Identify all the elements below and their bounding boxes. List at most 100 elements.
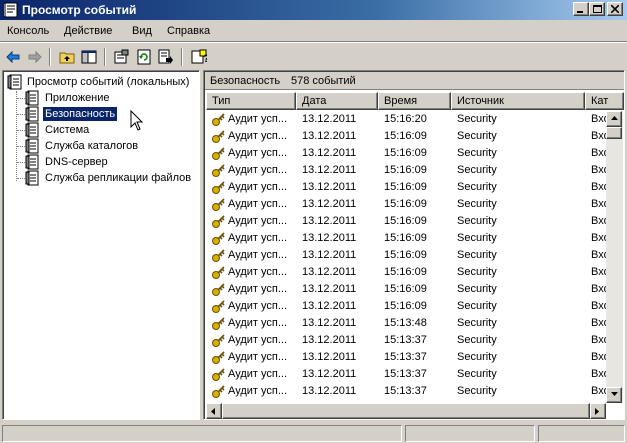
cell-type: Аудит усп... [228,232,288,244]
tree-item-label: DNS-сервер [45,156,108,168]
refresh-button[interactable] [134,47,154,67]
menu-view[interactable]: Вид [132,25,152,37]
cell-date: 13.12.2011 [302,130,357,142]
event-row[interactable]: Аудит усп... 13.12.2011 15:16:09 Security Вх… [206,145,606,162]
cell-date: 13.12.2011 [302,249,357,261]
cell-category: Вхо [591,249,606,261]
scroll-thumb-horizontal[interactable] [222,403,590,419]
column-header-time[interactable]: Время [378,92,451,110]
cell-type: Аудит усп... [228,215,288,227]
cell-source: Security [457,385,497,397]
audit-success-key-icon [212,266,225,279]
audit-success-key-icon [212,300,225,313]
event-viewer-icon [7,74,22,90]
cell-type: Аудит усп... [228,368,288,380]
event-row[interactable]: Аудит усп... 13.12.2011 15:16:09 Security Вх… [206,264,606,281]
scroll-left-button[interactable] [206,403,222,419]
cell-type: Аудит усп... [228,334,288,346]
event-row[interactable]: Аудит усп... 13.12.2011 15:13:37 Security Вх… [206,383,606,400]
event-row[interactable]: Аудит усп... 13.12.2011 15:16:09 Security Вх… [206,162,606,179]
forward-button[interactable] [25,47,45,67]
cell-time: 15:16:09 [384,300,427,312]
console-tree: Просмотр событий (локальных) Приложение … [2,70,200,420]
cell-time: 15:16:09 [384,147,427,159]
status-pane [2,425,402,442]
back-arrow-icon [6,50,20,64]
tree-item-label: Служба каталогов [45,140,139,152]
event-row[interactable]: Аудит усп... 13.12.2011 15:16:09 Security Вх… [206,128,606,145]
event-row[interactable]: Аудит усп... 13.12.2011 15:16:09 Security Вх… [206,298,606,315]
menu-help[interactable]: Справка [167,25,210,37]
cell-time: 15:16:09 [384,232,427,244]
audit-success-key-icon [212,164,225,177]
maximize-button[interactable] [589,2,605,16]
audit-success-key-icon [212,130,225,143]
tree-item-label: Приложение [45,92,110,104]
event-row[interactable]: Аудит усп... 13.12.2011 15:16:09 Security Вх… [206,196,606,213]
help-button[interactable]: ? [189,47,209,67]
event-row[interactable]: Аудит усп... 13.12.2011 15:13:37 Security Вх… [206,349,606,366]
toolbar-separator [49,48,51,66]
minimize-button[interactable] [573,2,589,16]
export-list-icon [158,49,173,64]
audit-success-key-icon [212,283,225,296]
cell-date: 13.12.2011 [302,164,357,176]
cell-date: 13.12.2011 [302,266,357,278]
tree-root-label: Просмотр событий (локальных) [27,76,190,88]
horizontal-scrollbar[interactable] [206,403,606,419]
event-row[interactable]: Аудит усп... 13.12.2011 15:13:48 Security Вх… [206,315,606,332]
audit-success-key-icon [212,232,225,245]
column-header-category[interactable]: Кат [585,92,624,110]
window-title: Просмотр событий [22,3,137,17]
menu-action[interactable]: Действие [64,25,112,37]
cell-type: Аудит усп... [228,164,288,176]
cell-date: 13.12.2011 [302,368,357,380]
event-row[interactable]: Аудит усп... 13.12.2011 15:16:20 Security Вх… [206,111,606,128]
event-row[interactable]: Аудит усп... 13.12.2011 15:13:37 Security Вх… [206,332,606,349]
event-row[interactable]: Аудит усп... 13.12.2011 15:16:09 Security Вх… [206,179,606,196]
cell-type: Аудит усп... [228,266,288,278]
menu-console[interactable]: Консоль [7,25,49,37]
scroll-thumb[interactable] [606,127,622,139]
audit-success-key-icon [212,317,225,330]
status-pane [405,425,535,442]
cell-time: 15:16:09 [384,266,427,278]
cell-time: 15:13:37 [384,385,427,397]
column-header-type[interactable]: Тип [206,92,296,110]
scroll-right-button[interactable] [590,403,606,419]
event-row[interactable]: Аудит усп... 13.12.2011 15:16:09 Security Вх… [206,281,606,298]
cell-time: 15:13:37 [384,368,427,380]
cell-type: Аудит усп... [228,283,288,295]
cell-source: Security [457,334,497,346]
cell-time: 15:16:09 [384,130,427,142]
cell-category: Вхо [591,351,606,363]
log-name: Безопасность [210,75,281,87]
audit-success-key-icon [212,334,225,347]
scroll-down-button[interactable] [606,387,622,403]
back-button[interactable] [3,47,23,67]
cell-category: Вхо [591,334,606,346]
event-row[interactable]: Аудит усп... 13.12.2011 15:16:09 Security Вх… [206,213,606,230]
details-pane: Безопасность 578 событий Тип Дата Время … [203,70,625,420]
event-row[interactable]: Аудит усп... 13.12.2011 15:16:09 Security Вх… [206,230,606,247]
audit-success-key-icon [212,147,225,160]
vertical-scrollbar[interactable] [606,111,623,403]
up-button[interactable] [57,47,77,67]
cell-time: 15:13:48 [384,317,427,329]
show-hide-tree-button[interactable] [79,47,99,67]
status-bar [0,423,627,443]
cell-category: Вхо [591,368,606,380]
cell-source: Security [457,113,497,125]
event-row[interactable]: Аудит усп... 13.12.2011 15:16:09 Security Вх… [206,247,606,264]
column-headers: Тип Дата Время Источник Кат [206,92,624,110]
tree-connector [17,114,25,115]
export-list-button[interactable] [156,47,176,67]
event-row[interactable]: Аудит усп... 13.12.2011 15:13:37 Security Вх… [206,366,606,383]
column-header-source[interactable]: Источник [451,92,585,110]
scroll-up-button[interactable] [606,111,622,127]
close-button[interactable] [607,2,623,16]
cell-time: 15:16:09 [384,181,427,193]
properties-button[interactable] [111,47,131,67]
audit-success-key-icon [212,181,225,194]
column-header-date[interactable]: Дата [296,92,378,110]
